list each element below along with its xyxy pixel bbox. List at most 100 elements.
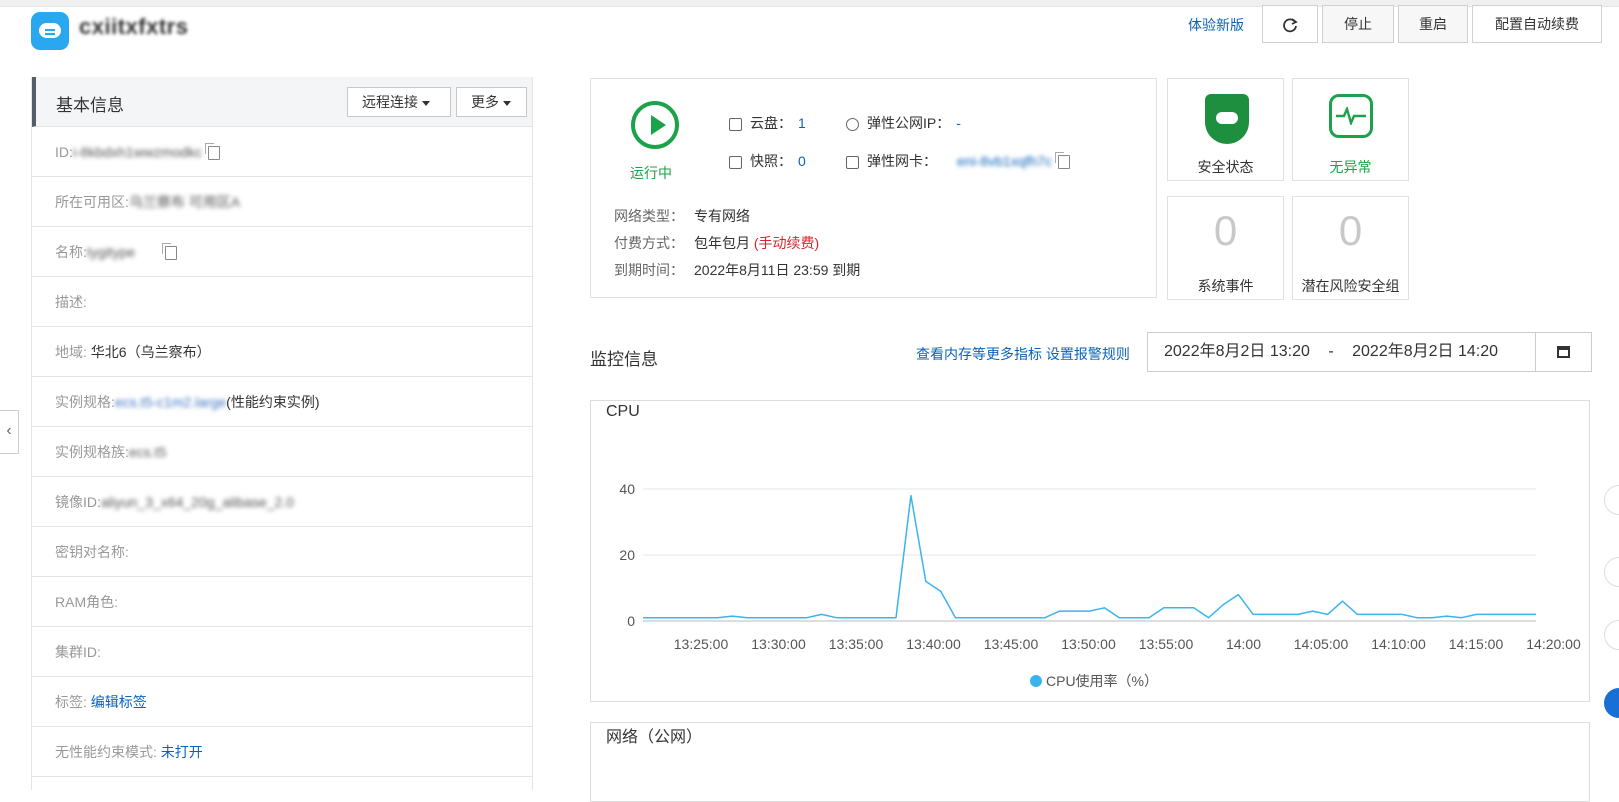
- more-dropdown[interactable]: 更多: [456, 87, 527, 117]
- tags-label: 标签:: [55, 694, 87, 710]
- refresh-button[interactable]: [1262, 5, 1318, 43]
- app-name: cxiitxfxtrs: [79, 14, 189, 39]
- cluster-id-label: 集群ID:: [55, 644, 101, 660]
- risk-security-groups-tile[interactable]: 0 潜在风险安全组: [1292, 196, 1409, 300]
- disk-icon: [729, 117, 742, 131]
- x-tick-label: 13:30:00: [751, 636, 806, 652]
- network-type-label: 网络类型：: [614, 208, 684, 224]
- edit-tags-link[interactable]: 编辑标签: [91, 694, 147, 710]
- more-metrics-link[interactable]: 查看内存等更多指标: [916, 346, 1042, 362]
- info-row-ram-role: RAM角色:: [32, 577, 532, 627]
- zone-value: 乌兰察布 可用区A: [128, 194, 241, 210]
- x-tick-label: 14:00: [1226, 636, 1261, 652]
- disk-stat: 云盘： 1: [729, 113, 806, 133]
- expire-value: 2022年8月11日 23:59 到期: [694, 262, 861, 278]
- date-range-picker[interactable]: 2022年8月2日 13:20 - 2022年8月2日 14:20: [1147, 332, 1536, 372]
- side-grid-icon[interactable]: [1604, 688, 1619, 718]
- expire-label: 到期时间：: [614, 262, 684, 278]
- system-events-tile[interactable]: 0 系统事件: [1167, 196, 1284, 300]
- stop-button[interactable]: 停止: [1322, 5, 1394, 43]
- ram-role-label: RAM角色:: [55, 594, 118, 610]
- unlimited-mode-link[interactable]: 未打开: [161, 744, 203, 760]
- region-value: 华北6（乌兰察布）: [90, 344, 211, 360]
- alarm-rules-link[interactable]: 设置报警规则: [1046, 346, 1130, 362]
- snapshot-count-link[interactable]: 0: [798, 153, 806, 169]
- shield-cloud-icon: [1205, 94, 1249, 144]
- name-value: tygitype: [86, 244, 136, 260]
- auto-renew-button[interactable]: 配置自动续费: [1472, 5, 1602, 43]
- info-row-region: 地域: 华北6（乌兰察布）: [32, 327, 532, 377]
- collapse-panel-button[interactable]: ‹: [0, 410, 19, 454]
- eip-value: -: [956, 115, 961, 131]
- system-events-count: 0: [1213, 207, 1238, 254]
- range-start: 2022年8月2日 13:20: [1164, 343, 1310, 360]
- restart-button[interactable]: 重启: [1398, 5, 1468, 43]
- basic-info-panel: 基本信息 远程连接 更多 ID:i-8kbdxh1wwzmodkc 所在可用区:…: [31, 77, 533, 790]
- eni-value[interactable]: eni-8vb1xqfh7c: [957, 153, 1052, 169]
- heartbeat-icon: [1329, 94, 1373, 138]
- x-tick-label: 14:05:00: [1294, 636, 1349, 652]
- zone-label: 所在可用区:: [55, 194, 129, 210]
- network-chart-card: 网络（公网）: [590, 722, 1590, 802]
- remote-connect-dropdown[interactable]: 远程连接: [347, 87, 451, 117]
- range-separator: -: [1328, 343, 1334, 360]
- y-tick-label: 20: [619, 547, 635, 563]
- instance-family-label: 实例规格族:: [55, 444, 129, 460]
- x-tick-label: 14:10:00: [1371, 636, 1426, 652]
- instance-family-value: ecs.t5: [128, 444, 167, 460]
- monitor-title: 监控信息: [590, 350, 658, 369]
- caret-down-icon: [422, 100, 430, 106]
- instance-status-box: 运行中 云盘： 1 弹性公网IP： - 快照： 0 弹性网卡： eni-8vb1xqfh…: [590, 78, 1157, 298]
- instance-type-value[interactable]: ecs.t5-c1m2.large: [115, 394, 226, 410]
- description-label: 描述:: [55, 294, 87, 310]
- billing-meta: 付费方式： 包年包月 (手动续费): [614, 233, 819, 253]
- snapshot-label: 快照：: [750, 153, 792, 169]
- info-row-instance-type: 实例规格:ecs.t5-c1m2.large(性能约束实例): [32, 377, 532, 427]
- legend-marker[interactable]: [1030, 675, 1042, 687]
- side-tool-icon[interactable]: [1604, 557, 1619, 587]
- cpu-chart: 0 20 40 13:25:00 13:30:00 13:35:00 13:40:00 13:…: [619, 481, 1581, 689]
- legend-label[interactable]: CPU使用率（%）: [1046, 673, 1158, 689]
- no-anomaly-tile[interactable]: 无异常: [1292, 78, 1409, 181]
- snapshot-icon: [729, 155, 742, 169]
- disk-count-link[interactable]: 1: [798, 115, 806, 131]
- instance-type-note: (性能约束实例): [226, 394, 320, 410]
- side-tool-icon[interactable]: [1604, 620, 1619, 650]
- id-value: i-8kbdxh1wwzmodkc: [72, 144, 203, 160]
- network-chart-title: 网络（公网）: [606, 729, 703, 746]
- security-status-tile[interactable]: 安全状态: [1167, 78, 1284, 181]
- more-label: 更多: [471, 94, 499, 110]
- x-tick-label: 14:15:00: [1449, 636, 1504, 652]
- risk-groups-count: 0: [1338, 207, 1363, 254]
- snapshot-stat: 快照： 0: [729, 151, 806, 171]
- system-events-label: 系统事件: [1197, 278, 1254, 294]
- cloud-logo-icon: [31, 12, 69, 50]
- copy-icon[interactable]: [205, 143, 221, 161]
- info-row-description: 描述:: [32, 277, 532, 327]
- eip-stat: 弹性公网IP： -: [846, 113, 961, 133]
- billing-note: (手动续费): [753, 235, 820, 251]
- caret-down-icon: [503, 100, 511, 106]
- expire-meta: 到期时间： 2022年8月11日 23:59 到期: [614, 260, 860, 280]
- info-row-tags: 标签: 编辑标签: [32, 677, 532, 727]
- basic-info-header: 基本信息 远程连接 更多: [32, 77, 532, 127]
- risk-groups-label: 潜在风险安全组: [1301, 278, 1400, 294]
- name-label: 名称:: [55, 244, 87, 260]
- edit-name-icon[interactable]: [162, 243, 178, 261]
- unlimited-mode-label: 无性能约束模式:: [55, 744, 157, 760]
- x-tick-label: 13:55:00: [1139, 636, 1194, 652]
- try-new-version-link[interactable]: 体验新版: [1188, 15, 1244, 35]
- calendar-icon: [1557, 346, 1570, 358]
- no-anomaly-label: 无异常: [1329, 159, 1372, 175]
- info-row-name: 名称:tygitype: [32, 227, 532, 277]
- range-end: 2022年8月2日 14:20: [1352, 343, 1499, 360]
- calendar-button[interactable]: [1536, 332, 1592, 372]
- copy-icon[interactable]: [1054, 152, 1070, 170]
- instance-type-label: 实例规格:: [55, 394, 115, 410]
- side-tool-icon[interactable]: [1604, 485, 1619, 515]
- image-id-label: 镜像ID:: [55, 494, 101, 510]
- network-type-meta: 网络类型： 专有网络: [614, 206, 750, 226]
- cpu-usage-series-line: [643, 494, 1536, 619]
- billing-value: 包年包月: [694, 235, 750, 251]
- network-card-icon: [846, 155, 859, 169]
